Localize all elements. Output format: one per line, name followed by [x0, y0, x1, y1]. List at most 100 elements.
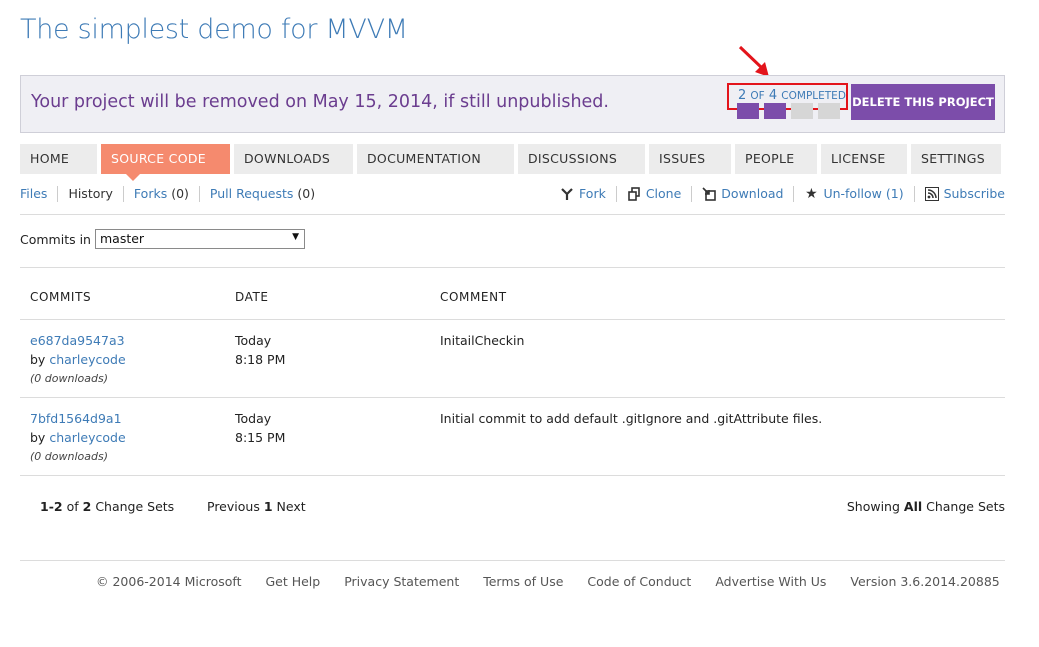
pager-range: 1-2	[40, 499, 63, 514]
header-comment: COMMENT	[440, 290, 507, 304]
table-row-commit: 7bfd1564d9a1 by charleycode (0 downloads…	[30, 409, 126, 466]
divider	[20, 214, 1005, 215]
by-label: by	[30, 430, 46, 445]
subnav-pull-requests[interactable]: Pull Requests (0)	[198, 186, 325, 202]
fork-action[interactable]: Fork	[550, 186, 616, 202]
pull-requests-count: (0)	[297, 186, 316, 201]
divider	[20, 560, 1005, 561]
header-commits[interactable]: COMMITS	[30, 290, 91, 304]
pager-total: 2	[82, 499, 92, 514]
progress-done: 2	[738, 88, 747, 103]
project-tabs: HOME SOURCE CODE DOWNLOADS DOCUMENTATION…	[20, 144, 1001, 181]
current-page: 1	[263, 499, 273, 514]
progress-steps	[737, 103, 840, 119]
subscribe-action[interactable]: Subscribe	[913, 186, 1005, 202]
pager-of: of	[66, 499, 79, 514]
table-row-date: Today 8:15 PM	[235, 409, 285, 447]
downloads-count: (0 downloads)	[30, 372, 108, 385]
delete-project-button[interactable]: DELETE THIS PROJECT	[851, 84, 995, 120]
footer-code-of-conduct[interactable]: Code of Conduct	[587, 574, 691, 589]
previous-link[interactable]: Previous	[207, 499, 260, 514]
footer-copyright: © 2006-2014 Microsoft	[96, 574, 242, 589]
showing-label: Showing	[846, 499, 900, 514]
table-row-date: Today 8:18 PM	[235, 331, 285, 369]
progress-step-3	[791, 103, 813, 119]
commit-day: Today	[235, 411, 272, 426]
forks-count: (0)	[171, 186, 189, 201]
progress-text[interactable]: 2 OF 4 COMPLETED	[738, 88, 846, 103]
branch-label: Commits in	[20, 231, 91, 247]
table-row-commit: e687da9547a3 by charleycode (0 downloads…	[30, 331, 126, 388]
progress-step-1	[737, 103, 759, 119]
tab-documentation[interactable]: DOCUMENTATION	[357, 144, 514, 174]
showing-filter: Showing All Change Sets	[847, 499, 1005, 514]
repo-actions: Fork Clone Download ★ Un-follow (1) Subs…	[550, 186, 1005, 202]
divider	[20, 319, 1005, 320]
tab-settings[interactable]: SETTINGS	[911, 144, 1001, 174]
subscribe-label: Subscribe	[943, 186, 1005, 201]
downloads-count: (0 downloads)	[30, 450, 108, 463]
showing-all[interactable]: All	[904, 499, 922, 514]
progress-step-2	[764, 103, 786, 119]
by-label: by	[30, 352, 46, 367]
commit-day: Today	[235, 333, 272, 348]
pager-summary: 1-2 of 2 Change Sets	[40, 499, 174, 514]
page-title: The simplest demo for MVVM	[20, 14, 408, 45]
source-subnav: Files History Forks (0) Pull Requests (0…	[20, 186, 325, 202]
download-icon	[702, 187, 717, 201]
tab-people[interactable]: PEOPLE	[735, 144, 817, 174]
commit-id-link[interactable]: 7bfd1564d9a1	[30, 409, 126, 428]
footer-advertise[interactable]: Advertise With Us	[715, 574, 826, 589]
tab-home[interactable]: HOME	[20, 144, 97, 174]
commit-id-link[interactable]: e687da9547a3	[30, 331, 126, 350]
clone-icon	[627, 187, 641, 201]
divider	[20, 397, 1005, 398]
unfollow-action[interactable]: ★ Un-follow (1)	[793, 186, 913, 202]
pager-nav: Previous 1 Next	[207, 499, 306, 514]
fork-icon	[560, 187, 574, 201]
subnav-forks[interactable]: Forks (0)	[122, 186, 199, 202]
unfollow-label: Un-follow (1)	[823, 186, 904, 201]
subnav-files[interactable]: Files	[20, 186, 57, 202]
divider	[20, 475, 1005, 476]
header-date[interactable]: DATE	[235, 290, 269, 304]
author-link[interactable]: charleycode	[49, 430, 125, 445]
footer-terms[interactable]: Terms of Use	[483, 574, 563, 589]
clone-action[interactable]: Clone	[615, 186, 691, 202]
pull-requests-link[interactable]: Pull Requests	[210, 186, 293, 201]
footer-privacy[interactable]: Privacy Statement	[344, 574, 459, 589]
star-icon: ★	[805, 186, 818, 202]
forks-link[interactable]: Forks	[134, 186, 167, 201]
subnav-history[interactable]: History	[57, 186, 122, 202]
download-action[interactable]: Download	[691, 186, 793, 202]
chevron-down-icon: ▼	[292, 232, 299, 242]
footer-get-help[interactable]: Get Help	[265, 574, 320, 589]
pager-unit: Change Sets	[95, 499, 175, 514]
progress-step-4	[818, 103, 840, 119]
tab-license[interactable]: LICENSE	[821, 144, 907, 174]
banner-message: Your project will be removed on May 15, …	[31, 92, 609, 112]
tab-issues[interactable]: ISSUES	[649, 144, 731, 174]
commit-time: 8:15 PM	[235, 430, 286, 445]
branch-selected: master	[99, 231, 145, 246]
footer: © 2006-2014 Microsoft Get Help Privacy S…	[96, 574, 1000, 589]
tab-discussions[interactable]: DISCUSSIONS	[518, 144, 645, 174]
branch-selector: Commits in master ▼	[20, 229, 305, 249]
tab-source-code[interactable]: SOURCE CODE	[101, 144, 230, 181]
fork-label: Fork	[579, 186, 606, 201]
divider	[20, 267, 1005, 268]
author-link[interactable]: charleycode	[49, 352, 125, 367]
commit-comment: InitailCheckin	[440, 333, 525, 348]
next-link[interactable]: Next	[277, 499, 306, 514]
clone-label: Clone	[645, 186, 682, 201]
footer-version: Version 3.6.2014.20885	[850, 574, 1000, 589]
tab-downloads[interactable]: DOWNLOADS	[234, 144, 353, 174]
rss-icon	[924, 187, 939, 201]
progress-of: OF	[750, 90, 765, 102]
progress-total: 4	[768, 88, 778, 103]
branch-select[interactable]: master ▼	[94, 229, 305, 249]
unpublished-banner: Your project will be removed on May 15, …	[20, 75, 1005, 133]
commit-time: 8:18 PM	[235, 352, 286, 367]
showing-unit: Change Sets	[926, 499, 1005, 514]
commit-comment: Initial commit to add default .gitIgnore…	[440, 411, 823, 426]
